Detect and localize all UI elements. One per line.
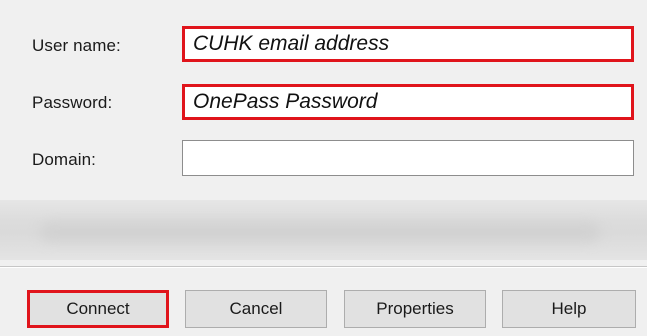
password-label: Password:: [32, 93, 113, 112]
blurred-info-area: [0, 200, 647, 260]
cancel-button[interactable]: Cancel: [185, 290, 327, 328]
username-value: CUHK email address: [193, 32, 390, 55]
username-field[interactable]: CUHK email address: [182, 26, 634, 62]
domain-label: Domain:: [32, 150, 97, 169]
domain-field[interactable]: [182, 140, 634, 176]
username-label: User name:: [32, 36, 121, 55]
password-field[interactable]: OnePass Password: [182, 84, 634, 120]
properties-button[interactable]: Properties: [344, 290, 486, 328]
connect-dialog: User name: CUHK email address Password: …: [0, 0, 647, 336]
connect-button[interactable]: Connect: [27, 290, 169, 328]
blurred-text: [40, 222, 600, 242]
help-button[interactable]: Help: [502, 290, 636, 328]
password-value: OnePass Password: [193, 90, 378, 113]
divider-highlight: [0, 267, 647, 268]
